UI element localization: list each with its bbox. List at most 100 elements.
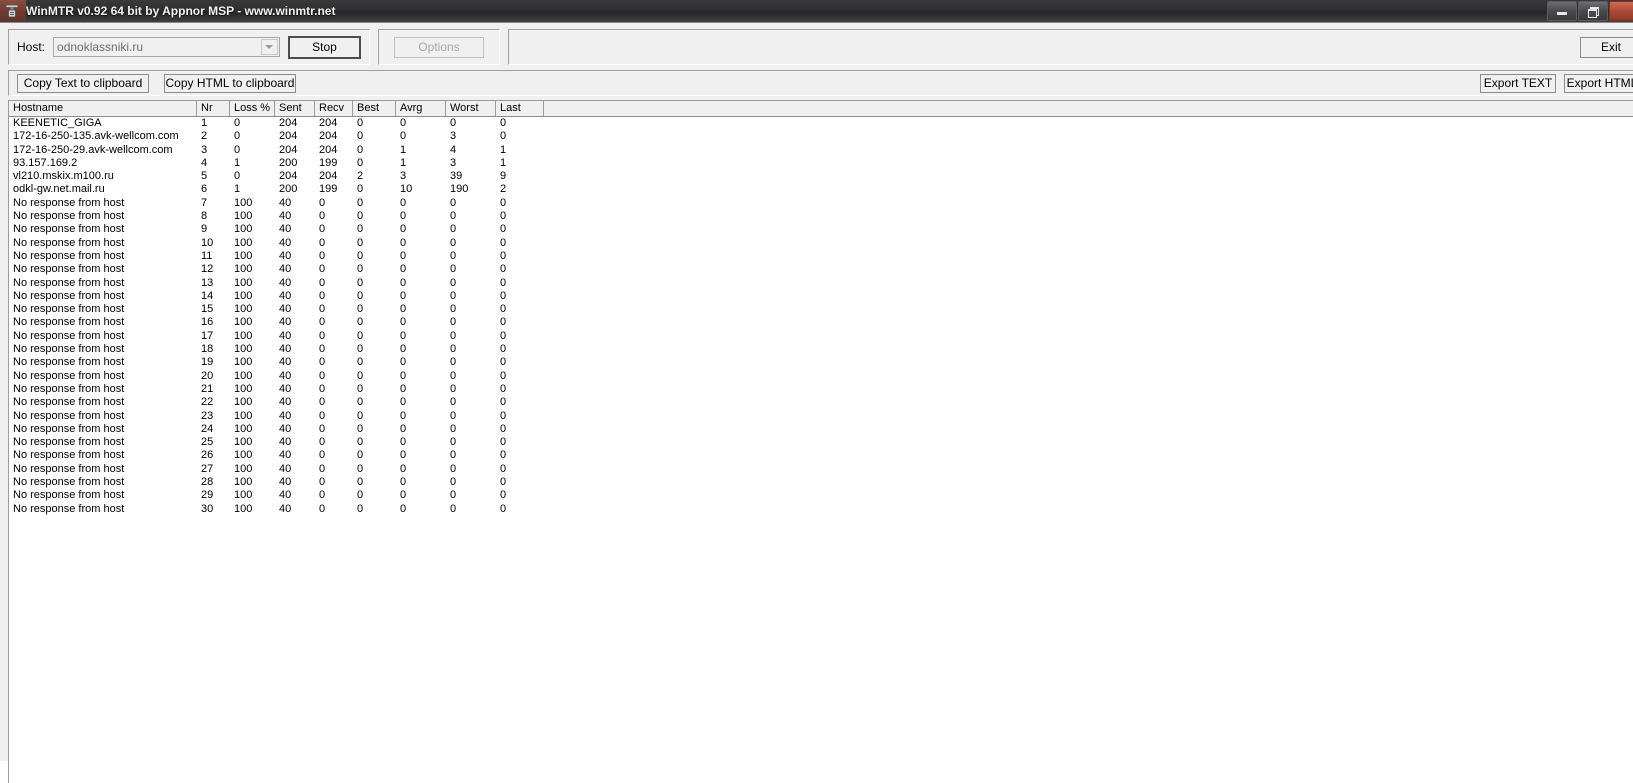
table-row[interactable]: No response from host 10 100 40 0 0 0 0 0 xyxy=(9,237,1633,250)
table-row[interactable]: No response from host 24 100 40 0 0 0 0 0 xyxy=(9,423,1633,436)
table-row[interactable]: No response from host 16 100 40 0 0 0 0 0 xyxy=(9,316,1633,329)
export-html-button[interactable]: Export HTML xyxy=(1564,73,1633,93)
table-row[interactable]: No response from host 7 100 40 0 0 0 0 0 xyxy=(9,197,1633,210)
table-row[interactable]: No response from host 18 100 40 0 0 0 0 0 xyxy=(9,343,1633,356)
close-icon[interactable] xyxy=(1609,1,1633,21)
table-row[interactable]: No response from host 20 100 40 0 0 0 0 0 xyxy=(9,370,1633,383)
cell-loss: 100 xyxy=(234,396,253,409)
table-row[interactable]: No response from host 21 100 40 0 0 0 0 0 xyxy=(9,383,1633,396)
column-header-loss[interactable]: Loss % xyxy=(230,101,275,116)
table-row[interactable]: No response from host 13 100 40 0 0 0 0 0 xyxy=(9,277,1633,290)
column-header-best[interactable]: Best xyxy=(353,101,396,116)
cell-avrg: 0 xyxy=(400,382,407,395)
table-row[interactable]: No response from host 30 100 40 0 0 0 0 0 xyxy=(9,503,1633,516)
window-title: WinMTR v0.92 64 bit by Appnor MSP - www.… xyxy=(26,4,336,18)
table-row[interactable]: No response from host 25 100 40 0 0 0 0 0 xyxy=(9,436,1633,449)
column-header-sent[interactable]: Sent xyxy=(275,101,315,116)
table-row[interactable]: 172-16-250-135.avk-wellcom.com 2 0 204 204 0 0… xyxy=(9,130,1633,143)
table-row[interactable]: vl210.mskix.m100.ru 5 0 204 204 2 3 39 9 xyxy=(9,170,1633,183)
cell-nr: 14 xyxy=(201,289,214,302)
table-row[interactable]: No response from host 12 100 40 0 0 0 0 0 xyxy=(9,263,1633,276)
options-button[interactable]: Options xyxy=(394,36,484,58)
cell-avrg: 0 xyxy=(400,396,407,409)
cell-sent: 204 xyxy=(279,170,298,183)
table-row[interactable]: 93.157.169.2 4 1 200 199 0 1 3 1 xyxy=(9,157,1633,170)
column-header-avrg[interactable]: Avrg xyxy=(396,101,446,116)
cell-avrg: 0 xyxy=(400,303,407,316)
cell-avrg: 0 xyxy=(400,409,407,422)
table-row[interactable]: No response from host 23 100 40 0 0 0 0 0 xyxy=(9,410,1633,423)
table-row[interactable]: No response from host 27 100 40 0 0 0 0 0 xyxy=(9,463,1633,476)
chevron-down-icon[interactable] xyxy=(260,39,278,55)
cell-host: No response from host xyxy=(13,356,125,369)
cell-last: 0 xyxy=(500,409,507,422)
cell-best: 0 xyxy=(357,156,364,169)
table-row[interactable]: No response from host 29 100 40 0 0 0 0 0 xyxy=(9,489,1633,502)
table-row[interactable]: No response from host 14 100 40 0 0 0 0 0 xyxy=(9,290,1633,303)
cell-recv: 0 xyxy=(319,329,326,342)
table-row[interactable]: No response from host 15 100 40 0 0 0 0 0 xyxy=(9,303,1633,316)
cell-loss: 0 xyxy=(234,170,241,183)
cell-recv: 204 xyxy=(319,117,338,129)
cell-nr: 29 xyxy=(201,489,214,502)
table-body: KEENETIC_GIGA 1 0 204 204 0 0 0 0 172-16-250-135.… xyxy=(9,117,1633,783)
cell-nr: 27 xyxy=(201,462,214,475)
cell-best: 0 xyxy=(357,183,364,196)
cell-loss: 100 xyxy=(234,236,253,249)
cell-avrg: 0 xyxy=(400,489,407,502)
cell-best: 0 xyxy=(357,409,364,422)
cell-best: 0 xyxy=(357,436,364,449)
winmtr-app-icon xyxy=(4,3,20,19)
stop-button[interactable]: Stop xyxy=(287,35,361,59)
cell-loss: 100 xyxy=(234,502,253,515)
trace-results-list[interactable]: Hostname Nr Loss % Sent Recv Best Avrg Worst Las… xyxy=(8,100,1633,783)
cell-nr: 5 xyxy=(201,170,208,183)
column-header-nr[interactable]: Nr xyxy=(197,101,230,116)
cell-worst: 4 xyxy=(450,143,457,156)
exit-button[interactable]: Exit xyxy=(1580,36,1633,58)
table-row[interactable]: odkl-gw.net.mail.ru 6 1 200 199 0 10 190 2 xyxy=(9,183,1633,196)
cell-nr: 9 xyxy=(201,223,208,236)
cell-host: 93.157.169.2 xyxy=(13,156,78,169)
cell-best: 0 xyxy=(357,143,364,156)
export-text-button[interactable]: Export TEXT xyxy=(1480,73,1556,93)
cell-loss: 100 xyxy=(234,449,253,462)
copy-text-button[interactable]: Copy Text to clipboard xyxy=(17,73,149,93)
cell-recv: 0 xyxy=(319,316,326,329)
table-row[interactable]: No response from host 8 100 40 0 0 0 0 0 xyxy=(9,210,1633,223)
table-row[interactable]: No response from host 17 100 40 0 0 0 0 0 xyxy=(9,330,1633,343)
column-header-host[interactable]: Hostname xyxy=(9,101,197,116)
cell-nr: 25 xyxy=(201,436,214,449)
table-row[interactable]: No response from host 19 100 40 0 0 0 0 0 xyxy=(9,356,1633,369)
cell-worst: 0 xyxy=(450,356,457,369)
table-row[interactable]: 172-16-250-29.avk-wellcom.com 3 0 204 204 0 1 4… xyxy=(9,144,1633,157)
cell-nr: 7 xyxy=(201,196,208,209)
column-header-last[interactable]: Last xyxy=(496,101,544,116)
restore-icon[interactable] xyxy=(1578,1,1608,21)
table-row[interactable]: No response from host 28 100 40 0 0 0 0 0 xyxy=(9,476,1633,489)
copy-html-button[interactable]: Copy HTML to clipboard xyxy=(164,73,296,93)
cell-recv: 0 xyxy=(319,462,326,475)
cell-recv: 0 xyxy=(319,196,326,209)
cell-recv: 0 xyxy=(319,210,326,223)
cell-avrg: 0 xyxy=(400,249,407,262)
column-header-recv[interactable]: Recv xyxy=(315,101,353,116)
table-row[interactable]: No response from host 11 100 40 0 0 0 0 0 xyxy=(9,250,1633,263)
minimize-icon[interactable] xyxy=(1547,1,1577,21)
cell-recv: 0 xyxy=(319,409,326,422)
cell-loss: 0 xyxy=(234,143,241,156)
clipboard-group: Copy Text to clipboard Copy HTML to clip… xyxy=(8,70,1633,96)
table-row[interactable]: No response from host 26 100 40 0 0 0 0 0 xyxy=(9,449,1633,462)
table-row[interactable]: KEENETIC_GIGA 1 0 204 204 0 0 0 0 xyxy=(9,117,1633,130)
column-header-worst[interactable]: Worst xyxy=(446,101,496,116)
cell-avrg: 0 xyxy=(400,289,407,302)
cell-avrg: 0 xyxy=(400,436,407,449)
table-row[interactable]: No response from host 9 100 40 0 0 0 0 0 xyxy=(9,223,1633,236)
host-input[interactable]: odnoklassniki.ru xyxy=(53,37,280,57)
cell-last: 0 xyxy=(500,303,507,316)
cell-worst: 0 xyxy=(450,223,457,236)
cell-last: 0 xyxy=(500,356,507,369)
table-row[interactable]: No response from host 22 100 40 0 0 0 0 0 xyxy=(9,396,1633,409)
cell-sent: 40 xyxy=(279,329,292,342)
cell-nr: 20 xyxy=(201,369,214,382)
